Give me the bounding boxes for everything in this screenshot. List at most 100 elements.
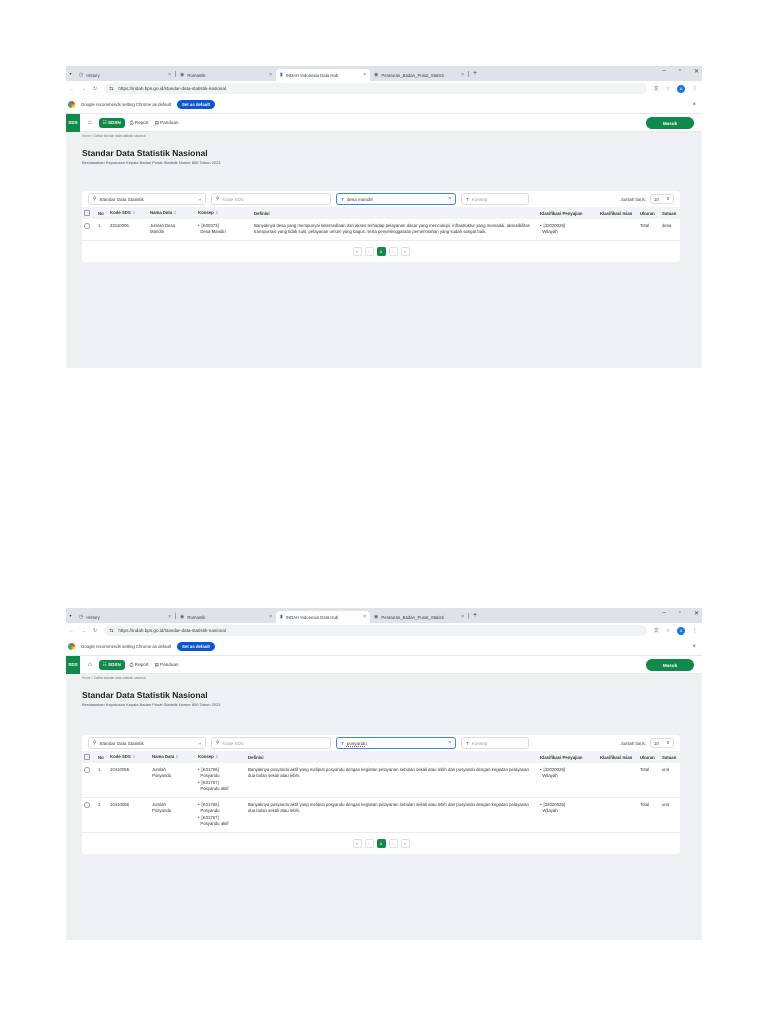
nav-panduan[interactable]: ▤ Panduan [155, 120, 179, 126]
site-settings-icon[interactable]: ⇆ [109, 86, 113, 92]
url-text[interactable]: https://indah.bps.go.id/standar-data-sta… [118, 628, 226, 633]
tab-history[interactable]: ◷ History × [75, 69, 175, 81]
last-page-button[interactable]: » [400, 246, 410, 256]
prev-page-button[interactable]: ‹ [364, 246, 374, 256]
nav-report[interactable]: ⎙ Report [130, 662, 149, 667]
translate-icon[interactable]: 文 [654, 85, 659, 92]
col-kode[interactable]: Kode SDS ⇕ [108, 207, 148, 219]
new-tab-icon[interactable]: + [473, 612, 477, 619]
tab-peraturan[interactable]: ◉ Peraturan_Badan_Pusat_Statisti × [370, 69, 468, 81]
minimize-icon[interactable]: – [662, 610, 665, 617]
close-icon[interactable]: × [168, 72, 171, 78]
col-nama[interactable]: Nama Data ⇕ [150, 751, 196, 763]
table-row[interactable]: 1 33110006 Jumlah DesaMandiri [K00373] D… [82, 219, 680, 241]
close-icon[interactable]: × [692, 644, 696, 650]
tab-peraturan[interactable]: ◉ Peraturan_Badan_Pusat_Statisti × [370, 611, 468, 623]
page-1-button[interactable]: 1 [376, 246, 386, 256]
tab-search-icon[interactable]: ▾ [66, 613, 75, 618]
rows-per-page-select[interactable]: 10 ⇕ [650, 738, 674, 748]
nav-report[interactable]: ⎙ Report [130, 120, 149, 125]
rows-per-page-select[interactable]: 10 ⇕ [650, 194, 674, 204]
translate-icon[interactable]: 文 [654, 627, 659, 634]
tab-history[interactable]: ◷ History × [75, 611, 175, 623]
prev-page-button[interactable]: ‹ [364, 838, 374, 848]
close-icon[interactable]: × [692, 102, 696, 108]
row-radio[interactable] [84, 223, 90, 229]
login-button[interactable]: Masuk [646, 117, 694, 129]
omnibox[interactable]: ⇆ https://indah.bps.go.id/standar-data-s… [104, 625, 647, 636]
new-tab-icon[interactable]: + [473, 70, 477, 77]
tab-romantik[interactable]: ◉ Romantik × [176, 611, 276, 623]
close-window-icon[interactable]: ✕ [694, 68, 699, 75]
select-all-checkbox[interactable] [84, 753, 90, 760]
close-icon[interactable]: × [461, 72, 464, 78]
col-konsep[interactable]: Konsep ⇕ [196, 751, 246, 763]
konsep-input[interactable]: T Konsep [461, 737, 529, 749]
tab-romantik[interactable]: ◉ Romantik × [176, 69, 276, 81]
kode-sds-input[interactable]: ⚲ Kode SDS [211, 737, 331, 749]
close-icon[interactable]: × [363, 72, 366, 78]
back-icon[interactable]: ← [69, 86, 74, 92]
type-select[interactable]: ⚲ Standar Data Statistik ▾ [88, 193, 206, 205]
nama-data-input[interactable]: T posyandu × [336, 737, 456, 749]
nama-data-input[interactable]: T desa mandiri × [336, 193, 456, 205]
site-settings-icon[interactable]: ⇆ [109, 628, 113, 634]
col-nama[interactable]: Nama Data ⇕ [148, 207, 196, 219]
minimize-icon[interactable]: – [662, 68, 665, 75]
reload-icon[interactable]: ↻ [93, 628, 97, 634]
kode-sds-input[interactable]: ⚲ Kode SDS [211, 193, 331, 205]
menu-dots-icon[interactable]: ⋮ [692, 627, 698, 634]
close-icon[interactable]: × [269, 614, 272, 620]
back-icon[interactable]: ← [69, 628, 74, 634]
bookmark-star-icon[interactable]: ☆ [666, 86, 670, 92]
menu-dots-icon[interactable]: ⋮ [692, 85, 698, 92]
close-icon[interactable]: × [363, 614, 366, 620]
bookmark-star-icon[interactable]: ☆ [666, 628, 670, 634]
nav-sdsn[interactable]: ☷ SDSN [98, 659, 125, 670]
clear-icon[interactable]: × [448, 196, 451, 202]
breadcrumb[interactable]: Home > Daftar standar data statistik nas… [66, 674, 702, 682]
login-button[interactable]: Masuk [646, 659, 694, 671]
home-icon[interactable]: ⌂ [88, 120, 92, 126]
set-default-button[interactable]: Set as default [177, 100, 215, 109]
tab-indah[interactable]: ▮ INDAH Indonesia Data Hub × [276, 69, 370, 81]
close-icon[interactable]: × [461, 614, 464, 620]
profile-avatar[interactable]: A [677, 84, 685, 93]
table-row[interactable]: 1 10410055 JumlahPosyandu [K01766] Posya… [82, 763, 680, 798]
omnibox[interactable]: ⇆ https://indah.bps.go.id/standar-data-s… [104, 83, 647, 94]
konsep-input[interactable]: T Konsep [461, 193, 529, 205]
first-page-button[interactable]: « [352, 838, 362, 848]
close-icon[interactable]: × [168, 614, 171, 620]
next-page-button[interactable]: › [388, 838, 398, 848]
type-select[interactable]: ⚲ Standar Data Statistik ▾ [88, 737, 206, 749]
row-radio[interactable] [84, 801, 90, 808]
select-all-checkbox[interactable] [84, 209, 90, 216]
reload-icon[interactable]: ↻ [93, 86, 97, 92]
restore-icon[interactable]: ▫ [679, 68, 681, 75]
site-logo[interactable]: SDS [66, 113, 80, 132]
close-window-icon[interactable]: ✕ [694, 610, 699, 617]
col-konsep[interactable]: Konsep ⇕ [196, 207, 252, 219]
close-icon[interactable]: × [269, 72, 272, 78]
tab-indah[interactable]: ▮ INDAH Indonesia Data Hub × [276, 611, 370, 623]
restore-icon[interactable]: ▫ [679, 610, 681, 617]
home-icon[interactable]: ⌂ [88, 662, 92, 668]
tab-search-icon[interactable]: ▾ [66, 71, 75, 76]
next-page-button[interactable]: › [388, 246, 398, 256]
site-logo[interactable]: SDS [66, 655, 80, 674]
forward-icon[interactable]: → [81, 628, 86, 634]
last-page-button[interactable]: » [400, 838, 410, 848]
page-1-button[interactable]: 1 [376, 838, 386, 848]
url-text[interactable]: https://indah.bps.go.id/standar-data-sta… [118, 86, 226, 91]
nav-panduan[interactable]: ▤ Panduan [155, 662, 179, 668]
table-row[interactable]: 2 10410056 JumlahPosyandu [K01766] Posya… [82, 797, 680, 832]
forward-icon[interactable]: → [81, 86, 86, 92]
col-kode[interactable]: Kode SDS ⇕ [108, 751, 150, 763]
profile-avatar[interactable]: A [677, 626, 685, 635]
set-default-button[interactable]: Set as default [177, 642, 215, 651]
breadcrumb[interactable]: Home > Daftar standar data statistik nas… [66, 132, 702, 140]
row-radio[interactable] [84, 767, 90, 773]
first-page-button[interactable]: « [352, 246, 362, 256]
clear-icon[interactable]: × [448, 740, 451, 746]
nav-sdsn[interactable]: ☷ SDSN [98, 117, 125, 128]
